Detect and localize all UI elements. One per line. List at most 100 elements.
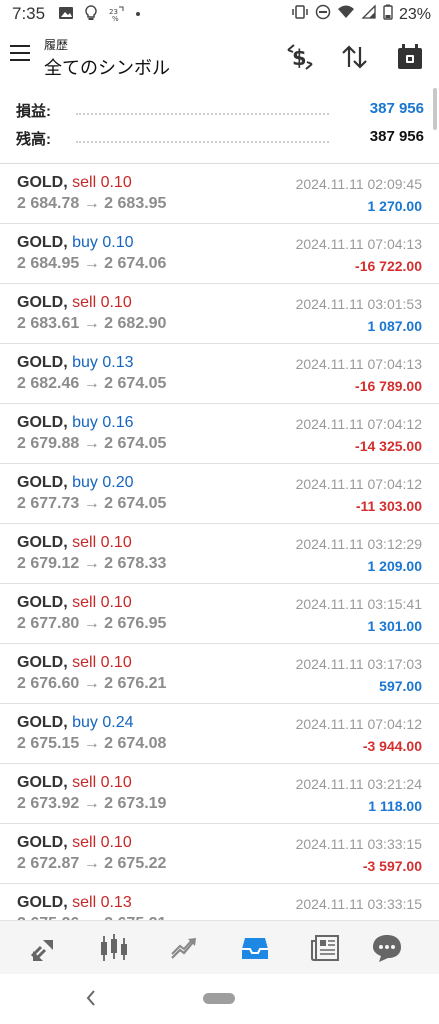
- signal-icon: [361, 4, 377, 25]
- trade-time: 2024.11.11 03:12:29: [295, 536, 422, 552]
- trade-symbol-line: GOLD, sell 0.10: [17, 594, 132, 612]
- trade-symbol: GOLD,: [17, 474, 68, 491]
- trade-prices: 2 679.88 → 2 674.05: [17, 435, 167, 452]
- trade-symbol-line: GOLD, buy 0.13: [17, 354, 134, 372]
- trade-row[interactable]: GOLD, sell 0.10 2 672.87 → 2 675.22 2024.1…: [0, 824, 439, 884]
- trade-prices: 2 683.61 → 2 682.90: [17, 315, 167, 332]
- trade-symbol: GOLD,: [17, 834, 68, 851]
- status-bar: 7:35 23% 23%: [0, 0, 439, 28]
- trade-time: 2024.11.11 07:04:13: [295, 356, 422, 372]
- trade-symbol-line: GOLD, sell 0.10: [17, 654, 132, 672]
- history-icon[interactable]: [237, 931, 273, 965]
- trade-prices: 2 684.95 → 2 674.06: [17, 255, 167, 272]
- profit-dots: [76, 113, 329, 115]
- chart-icon[interactable]: [96, 931, 132, 965]
- trade-profit: 597.00: [379, 678, 422, 694]
- symbol-filter-title[interactable]: 全てのシンボル: [44, 54, 170, 80]
- trade-type-volume: sell 0.10: [72, 594, 132, 611]
- trade-time: 2024.11.11 03:33:15: [295, 836, 422, 852]
- trade-time: 2024.11.11 07:04:12: [295, 716, 422, 732]
- balance-row: 残高: 387 956: [16, 128, 424, 154]
- trade-time: 2024.11.11 02:09:45: [295, 176, 422, 192]
- trade-symbol-line: GOLD, buy 0.24: [17, 714, 134, 732]
- trade-type-volume: sell 0.10: [72, 774, 132, 791]
- app-bar: 履歴 全てのシンボル $: [0, 28, 439, 86]
- image-icon: [58, 5, 74, 21]
- trade-type-volume: sell 0.10: [72, 834, 132, 851]
- trade-profit: 1 209.00: [367, 558, 423, 574]
- home-pill[interactable]: [203, 993, 235, 1004]
- quotes-icon[interactable]: [25, 931, 61, 965]
- trade-row[interactable]: GOLD, buy 0.16 2 679.88 → 2 674.05 2024.11…: [0, 404, 439, 464]
- menu-button[interactable]: [10, 45, 32, 63]
- status-time: 7:35: [12, 4, 46, 23]
- trade-prices: 2 673.92 → 2 673.19: [17, 795, 167, 812]
- profit-label: 損益:: [16, 103, 51, 120]
- trade-type-volume: buy 0.10: [72, 234, 134, 251]
- trade-type-volume: buy 0.13: [72, 354, 134, 371]
- trade-profit: 1 087.00: [367, 318, 423, 334]
- trade-type-volume: sell 0.10: [72, 654, 132, 671]
- profit-value: 387 956: [369, 100, 424, 117]
- trade-symbol-line: GOLD, sell 0.10: [17, 174, 132, 192]
- trade-icon[interactable]: [166, 931, 202, 965]
- trade-symbol-line: GOLD, sell 0.13: [17, 894, 132, 912]
- trade-type-volume: sell 0.10: [72, 534, 132, 551]
- trade-symbol: GOLD,: [17, 894, 68, 911]
- trade-symbol: GOLD,: [17, 774, 68, 791]
- dnd-icon: [315, 4, 331, 25]
- profit-row: 損益: 387 956: [16, 100, 424, 126]
- trade-symbol: GOLD,: [17, 174, 68, 191]
- trade-symbol-line: GOLD, sell 0.10: [17, 774, 132, 792]
- calendar-icon[interactable]: [392, 40, 428, 74]
- battery-percent: 23%: [398, 5, 431, 23]
- vibrate-icon: [291, 4, 309, 25]
- trade-prices: 2 682.46 → 2 674.05: [17, 375, 167, 392]
- summary-panel: 損益: 387 956 残高: 387 956: [0, 92, 439, 164]
- trade-history-list[interactable]: GOLD, sell 0.10 2 684.78 → 2 683.95 2024.1…: [0, 164, 439, 920]
- trade-row[interactable]: GOLD, sell 0.10 2 677.80 → 2 676.95 2024.1…: [0, 584, 439, 644]
- trade-symbol-line: GOLD, sell 0.10: [17, 294, 132, 312]
- trade-type-volume: sell 0.13: [72, 894, 132, 911]
- trade-symbol: GOLD,: [17, 594, 68, 611]
- bulb-icon: [83, 5, 99, 21]
- trade-row[interactable]: GOLD, buy 0.24 2 675.15 → 2 674.08 2024.11…: [0, 704, 439, 764]
- trade-symbol-line: GOLD, buy 0.16: [17, 414, 134, 432]
- trade-prices: 2 675.15 → 2 674.08: [17, 735, 167, 752]
- trade-profit: 1 118.00: [368, 798, 422, 814]
- svg-text:$: $: [292, 46, 307, 70]
- trade-row[interactable]: GOLD, sell 0.10 2 679.12 → 2 678.33 2024.1…: [0, 524, 439, 584]
- wifi-icon: [337, 4, 355, 25]
- trade-row[interactable]: GOLD, sell 0.10 2 676.60 → 2 676.21 2024.1…: [0, 644, 439, 704]
- news-icon[interactable]: [308, 931, 344, 965]
- trade-time: 2024.11.11 07:04:12: [295, 416, 422, 432]
- exchange-dollar-icon[interactable]: $: [282, 40, 318, 74]
- trade-symbol: GOLD,: [17, 534, 68, 551]
- trade-row[interactable]: GOLD, buy 0.13 2 682.46 → 2 674.05 2024.11…: [0, 344, 439, 404]
- trade-prices: 2 677.73 → 2 674.05: [17, 495, 167, 512]
- dot-icon: [133, 5, 149, 21]
- balance-dots: [76, 141, 329, 143]
- data-saver-icon: 23%: [108, 5, 124, 23]
- messages-icon[interactable]: [369, 931, 405, 965]
- sort-icon[interactable]: [337, 40, 373, 74]
- balance-value: 387 956: [369, 128, 424, 145]
- trade-type-volume: sell 0.10: [72, 294, 132, 311]
- system-nav-bar: [0, 974, 439, 1024]
- trade-row[interactable]: GOLD, sell 0.10 2 673.92 → 2 673.19 2024.1…: [0, 764, 439, 824]
- trade-time: 2024.11.11 03:33:15: [295, 896, 422, 912]
- trade-profit: -14 325.00: [355, 438, 422, 454]
- trade-row[interactable]: GOLD, buy 0.20 2 677.73 → 2 674.05 2024.11…: [0, 464, 439, 524]
- trade-row[interactable]: GOLD, sell 0.10 2 683.61 → 2 682.90 2024.1…: [0, 284, 439, 344]
- trade-symbol: GOLD,: [17, 714, 68, 731]
- trade-row[interactable]: GOLD, sell 0.10 2 684.78 → 2 683.95 2024.1…: [0, 164, 439, 224]
- scrollbar-thumb[interactable]: [433, 88, 437, 130]
- trade-symbol-line: GOLD, sell 0.10: [17, 534, 132, 552]
- trade-symbol: GOLD,: [17, 414, 68, 431]
- trade-profit: -11 303.00: [355, 498, 422, 514]
- trade-profit: -16 789.00: [355, 378, 422, 394]
- trade-symbol: GOLD,: [17, 234, 68, 251]
- trade-row[interactable]: GOLD, buy 0.10 2 684.95 → 2 674.06 2024.11…: [0, 224, 439, 284]
- back-icon[interactable]: [84, 988, 98, 1008]
- trade-row[interactable]: GOLD, sell 0.132 675.26 → 2 675.212024.1…: [0, 884, 439, 920]
